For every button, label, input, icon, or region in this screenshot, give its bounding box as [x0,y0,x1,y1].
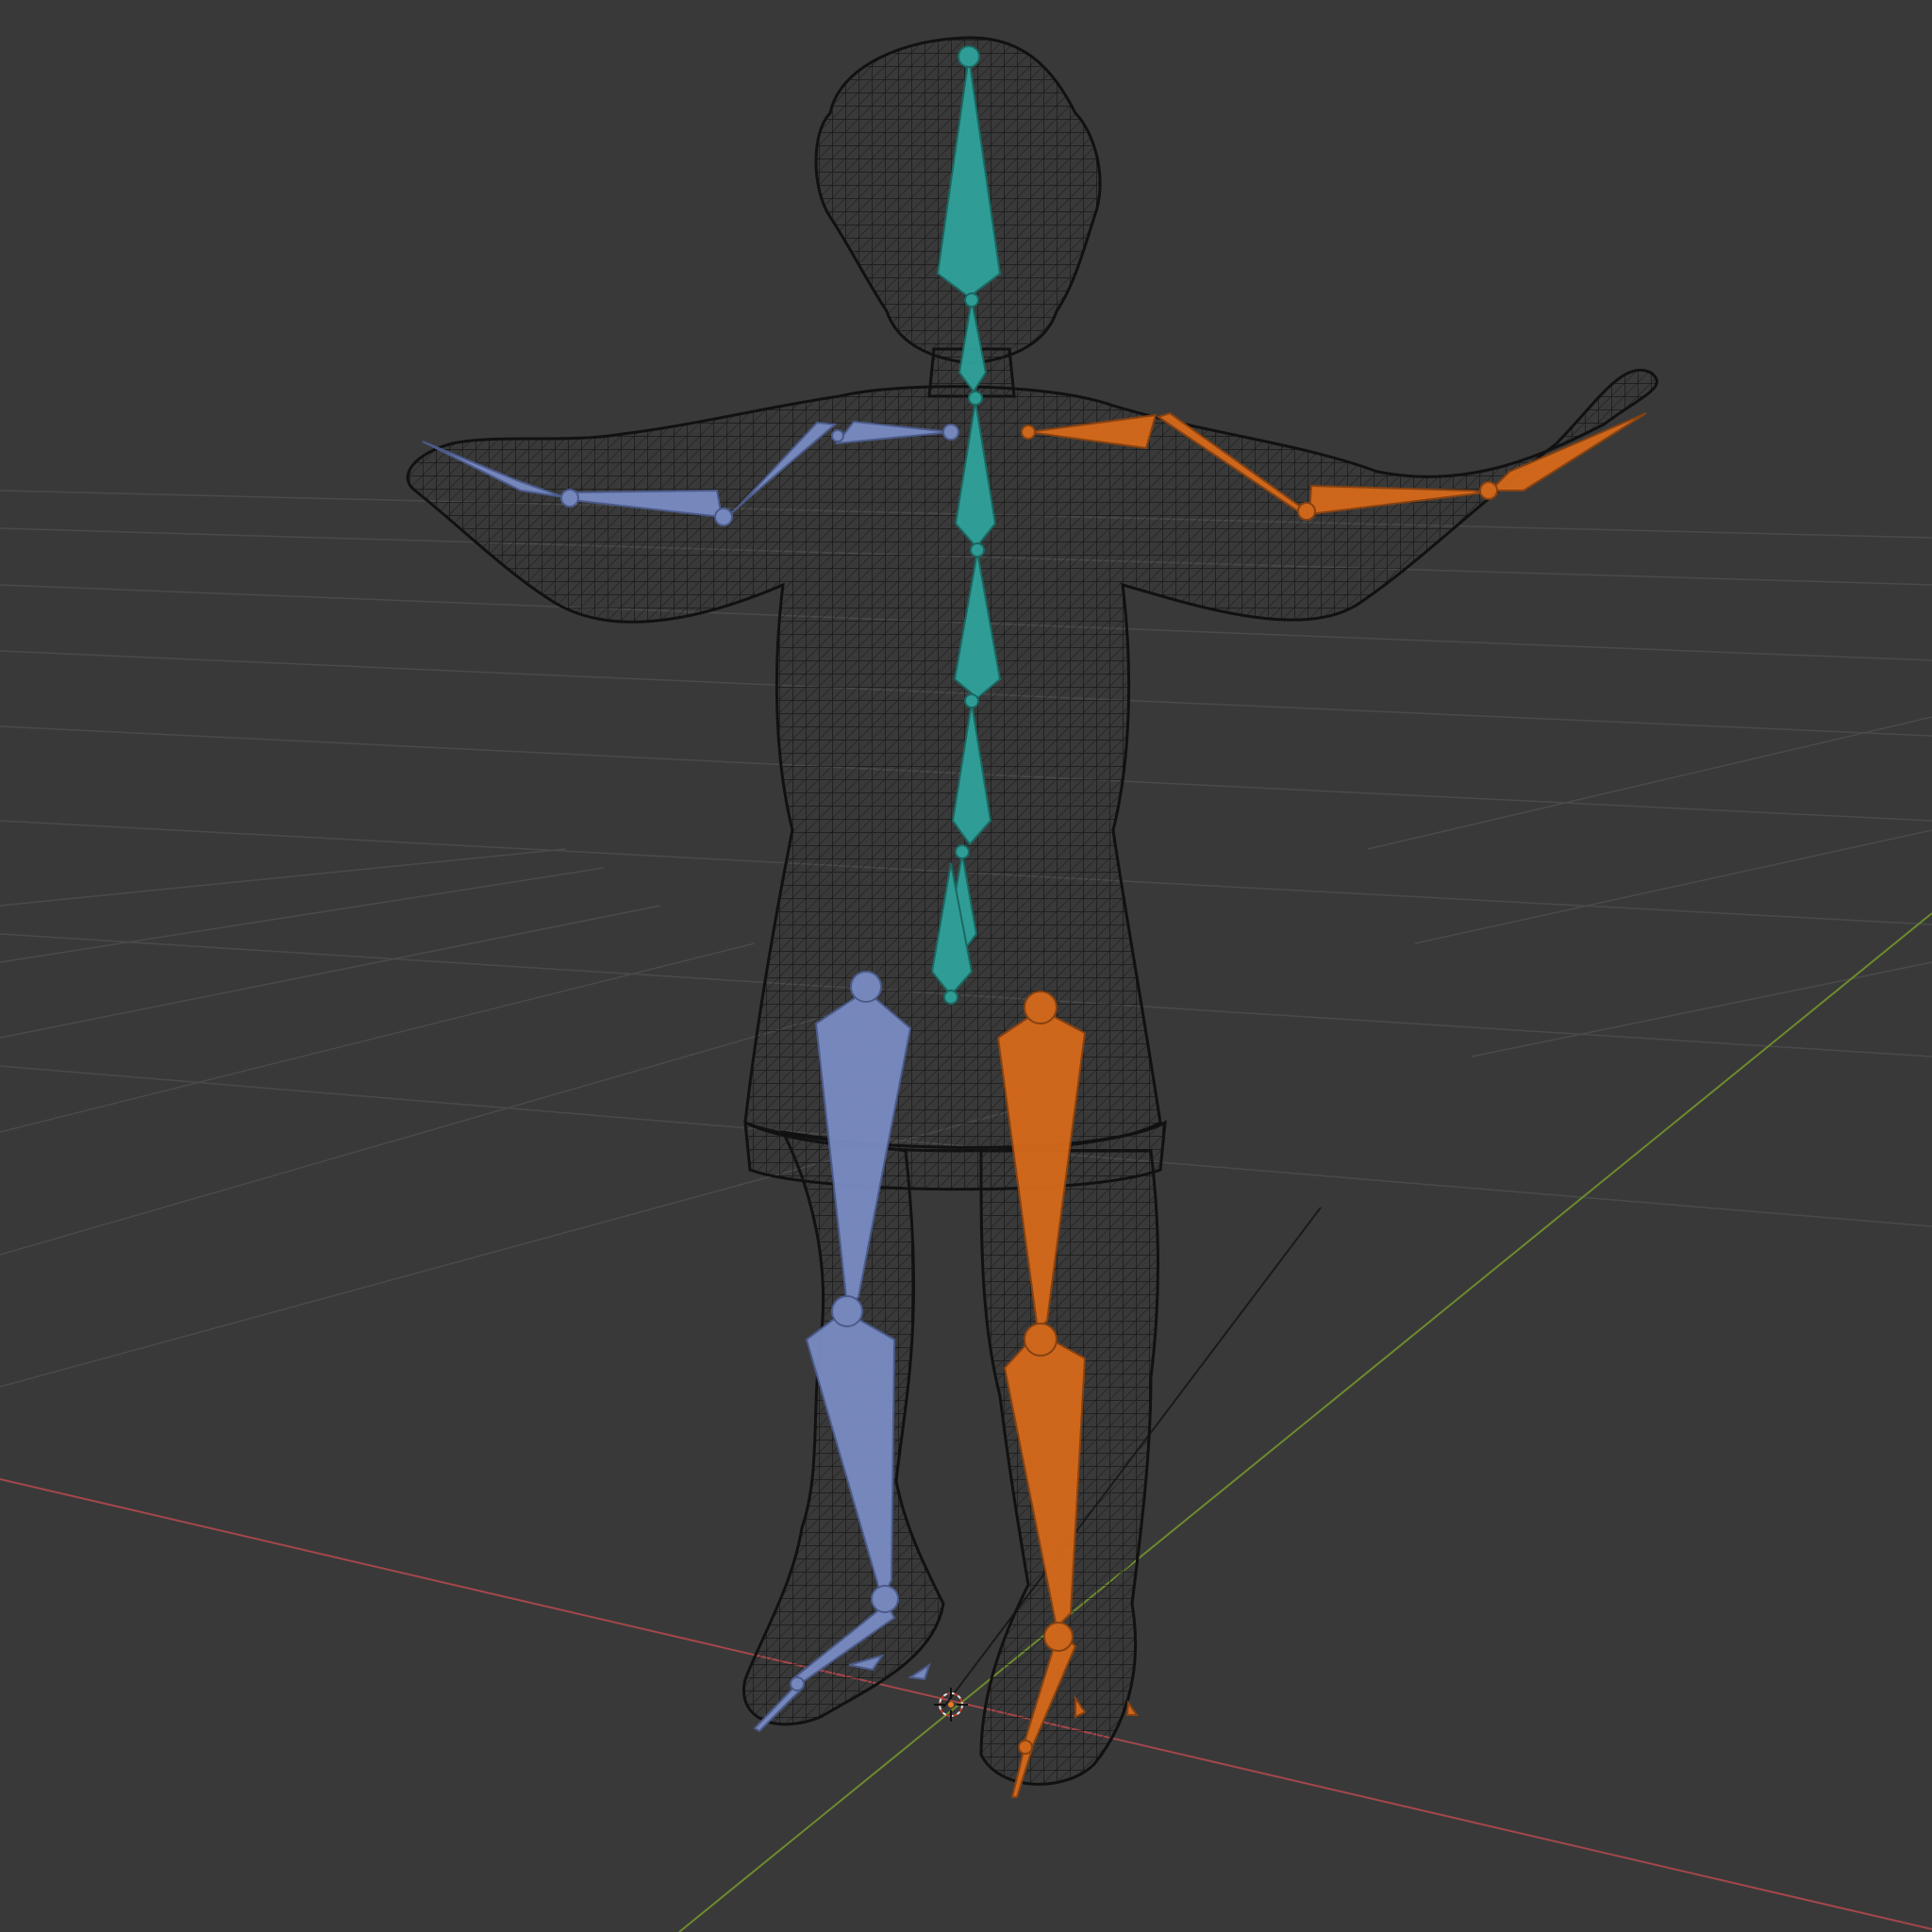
bone-toe-small-l2[interactable] [908,1662,931,1681]
3d-cursor-icon[interactable] [934,1688,968,1722]
bone-hand-r[interactable] [1488,412,1647,491]
character-mesh[interactable] [406,36,1658,1786]
3d-viewport[interactable] [0,0,1932,1932]
bone-toe-small-r2[interactable] [1125,1700,1139,1716]
